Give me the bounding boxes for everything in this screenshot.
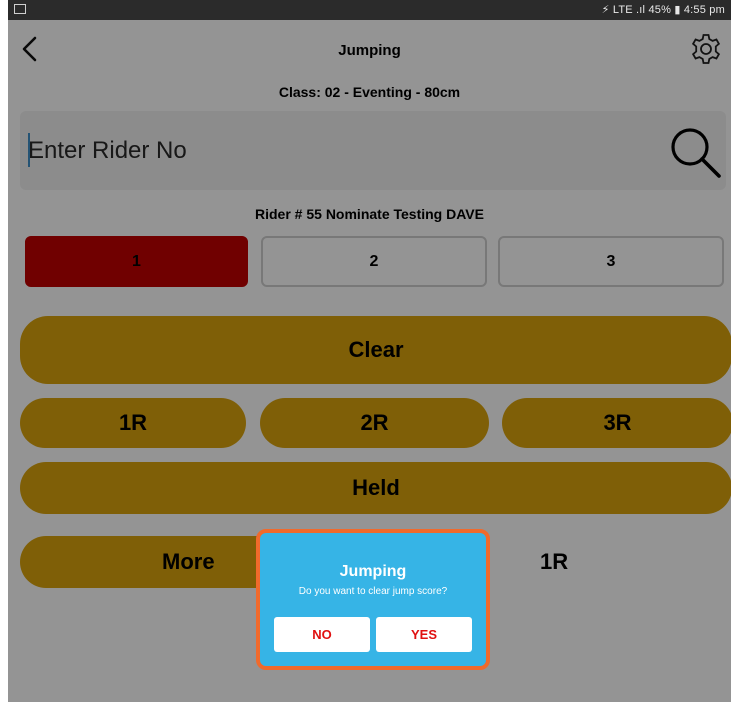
no-button[interactable]: NO bbox=[274, 617, 370, 652]
dialog-message: Do you want to clear jump score? bbox=[298, 586, 448, 597]
status-bar-indicators: ⚡ LTE .ıl 45% ▮ 4:55 pm bbox=[601, 4, 725, 16]
app-screen: Jumping Class: 02 - Eventing - 80cm Ride… bbox=[8, 20, 731, 702]
confirm-dialog: Jumping Do you want to clear jump score?… bbox=[256, 529, 490, 670]
status-bar: ⚡ LTE .ıl 45% ▮ 4:55 pm bbox=[8, 0, 731, 20]
dialog-title: Jumping bbox=[339, 563, 407, 580]
yes-button[interactable]: YES bbox=[376, 617, 472, 652]
image-icon bbox=[14, 4, 26, 14]
